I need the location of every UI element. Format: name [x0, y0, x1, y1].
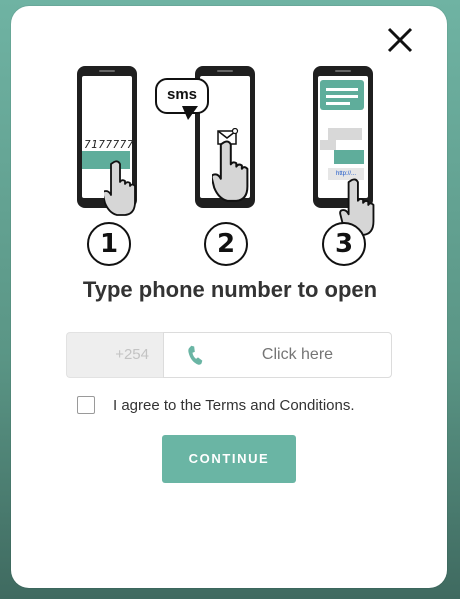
phone-number-input[interactable]: Click here — [163, 332, 392, 378]
chat-message — [334, 150, 364, 164]
chat-message — [328, 128, 362, 140]
pointing-hand-icon — [212, 140, 249, 202]
pointing-hand-icon — [104, 160, 136, 216]
phone-input-placeholder: Click here — [261, 346, 334, 363]
modal-title: Type phone number to open — [82, 277, 378, 302]
step-number-1: 1 — [87, 222, 131, 266]
terms-checkbox[interactable] — [77, 396, 95, 414]
step-number-3: 3 — [322, 222, 366, 266]
typed-number: 7177777 — [84, 138, 134, 151]
terms-label[interactable]: I agree to the Terms and Conditions. — [113, 397, 355, 414]
phone-icon — [188, 345, 203, 365]
chat-message — [320, 140, 336, 150]
sms-bubble-tail — [182, 106, 198, 120]
instruction-steps: 7177777 sms http://... 1 2 3 — [0, 0, 460, 270]
continue-button[interactable]: CONTINUE — [162, 435, 296, 483]
country-code-prefix: +254 — [66, 332, 163, 378]
step-number-2: 2 — [204, 222, 248, 266]
